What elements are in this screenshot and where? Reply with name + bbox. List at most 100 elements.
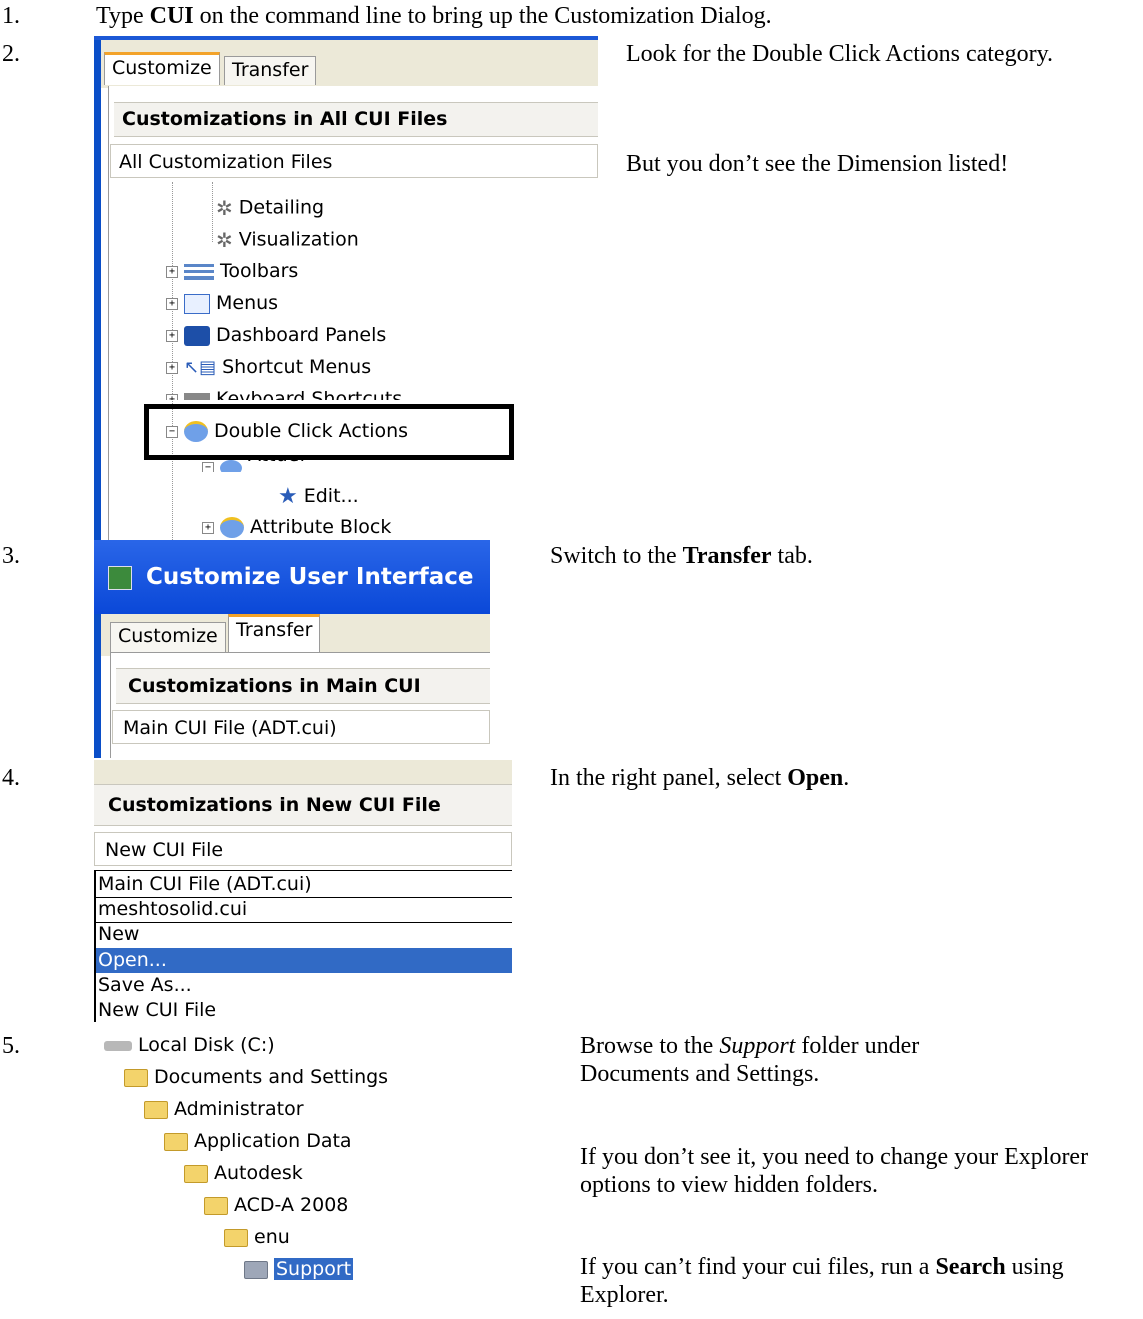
expand-icon[interactable]: + — [166, 297, 178, 310]
tab-transfer[interactable]: Transfer — [228, 614, 321, 653]
expand-icon[interactable]: + — [166, 361, 178, 374]
folder-icon — [244, 1260, 268, 1279]
window-left-border — [94, 36, 101, 542]
tree-item-support[interactable]: Support — [244, 1258, 354, 1280]
step-5-text-2: If you don’t see it, you need to change … — [580, 1144, 1089, 1198]
screenshot-folder-tree: Local Disk (C:) Documents and Settings A… — [84, 1030, 388, 1290]
step-5-text-1b: Support — [719, 1033, 796, 1059]
tree-item-local-disk[interactable]: Local Disk (C:) — [104, 1034, 275, 1056]
mouse-icon — [220, 459, 242, 472]
tree-item-attribute-block[interactable]: + Attribute Block — [202, 516, 391, 538]
step-3-text-c: tab. — [771, 543, 813, 569]
toolbar-icon — [184, 263, 214, 280]
tree-item-acd-a-2008[interactable]: ACD-A 2008 — [204, 1194, 348, 1216]
step-4-number: 4. — [2, 765, 20, 791]
tree-item-documents-and-settings[interactable]: Documents and Settings — [124, 1066, 388, 1088]
step-4-text-c: . — [843, 765, 850, 791]
tree-label: Attribute Block — [250, 516, 392, 538]
tree-label: Toolbars — [220, 260, 299, 282]
dashboard-icon — [184, 325, 210, 346]
menu-icon — [184, 293, 210, 314]
mouse-icon — [220, 517, 244, 538]
main-cui-combo[interactable]: Main CUI File (ADT.cui) — [112, 710, 490, 744]
dropdown-option[interactable]: New CUI File — [96, 998, 512, 1022]
tree-item-edit[interactable]: ★ Edit... — [278, 484, 359, 509]
step-5-text-1: Browse to the Support folder under Docum… — [580, 1032, 1020, 1088]
step-5-text-1a: Browse to the — [580, 1033, 720, 1059]
step-1-text-c: on the command line to bring up the Cust… — [193, 3, 772, 29]
tree-item-visualization[interactable]: ✲ Visualization — [216, 228, 359, 252]
app-icon — [108, 566, 132, 590]
step-2-number: 2. — [2, 41, 20, 67]
tree-label: Documents and Settings — [154, 1066, 389, 1088]
step-5-text-3: If you can’t find your cui files, run a … — [580, 1253, 1143, 1309]
expand-icon[interactable]: + — [166, 329, 178, 342]
tree-item-detailing[interactable]: ✲ Detailing — [216, 196, 324, 220]
collapse-icon[interactable]: − — [202, 461, 214, 472]
step-5-text-3a: If you can’t find your cui files, run a — [580, 1254, 936, 1280]
step-4-text: In the right panel, select Open. — [550, 764, 849, 792]
tree-label: Autodesk — [214, 1162, 303, 1184]
tab-customize[interactable]: Customize — [104, 52, 220, 85]
tree-guide-line-2 — [212, 182, 213, 242]
tree-item-attdef[interactable]: − Attdef — [202, 456, 306, 472]
tree-item-menus[interactable]: + Menus — [166, 292, 278, 314]
expand-icon[interactable]: + — [202, 521, 214, 534]
new-cui-combo[interactable]: New CUI File — [94, 832, 512, 866]
step-1-text: Type CUI on the command line to bring up… — [96, 2, 772, 30]
step-3-text-b: Transfer — [682, 543, 772, 569]
tree-item-dashboard-panels[interactable]: + Dashboard Panels — [166, 324, 386, 346]
tree-item-toolbars[interactable]: + Toolbars — [166, 260, 298, 282]
tree-label: Attdef — [248, 456, 306, 466]
highlight-box — [144, 404, 514, 460]
screenshot-new-cui-dropdown: Customizations in New CUI File New CUI F… — [94, 760, 512, 1022]
folder-icon — [204, 1196, 228, 1215]
dropdown-option[interactable]: Save As... — [96, 973, 512, 998]
folder-icon — [224, 1228, 248, 1247]
tab-customize[interactable]: Customize — [110, 622, 226, 653]
tree-item-enu[interactable]: enu — [224, 1226, 290, 1248]
tree-label: enu — [254, 1226, 290, 1248]
step-1-number: 1. — [2, 3, 20, 29]
tree-item-application-data[interactable]: Application Data — [164, 1130, 352, 1152]
step-4-text-b: Open — [787, 765, 844, 791]
tree-label: Application Data — [194, 1130, 352, 1152]
gear-icon: ✲ — [216, 196, 233, 220]
tab-transfer[interactable]: Transfer — [224, 56, 317, 85]
files-combo[interactable]: All Customization Files — [110, 144, 598, 178]
expand-icon[interactable]: + — [166, 393, 178, 400]
expand-icon[interactable]: + — [166, 265, 178, 278]
panel-header: Customizations in All CUI Files — [114, 102, 598, 137]
shortcut-menu-icon: ↖▤ — [184, 357, 217, 378]
step-2-text-2: But you don’t see the Dimension listed! — [626, 151, 1009, 177]
folder-icon — [184, 1164, 208, 1183]
dropdown-option-selected[interactable]: Open... — [96, 948, 512, 973]
tree-label: Administrator — [174, 1098, 304, 1120]
step-5-text-3b: Search — [935, 1254, 1006, 1280]
step-1-text-a: Type — [96, 3, 150, 29]
step-4-text-a: In the right panel, select — [550, 765, 788, 791]
tree-item-keyboard-shortcuts[interactable]: + Keyboard Shortcuts — [166, 388, 402, 400]
tree-item-administrator[interactable]: Administrator — [144, 1098, 304, 1120]
tree-label: Visualization — [238, 228, 359, 251]
dropdown-option[interactable]: meshtosolid.cui — [96, 897, 512, 923]
panel-top-bg — [94, 760, 512, 784]
tree-label: Local Disk (C:) — [138, 1034, 275, 1056]
tree-label: Menus — [216, 292, 279, 314]
dropdown-option[interactable]: New — [96, 922, 512, 947]
screenshot-transfer-tab: Customize User Interface Customize Trans… — [94, 540, 490, 758]
step-3-text-a: Switch to the — [550, 543, 683, 569]
dropdown-option[interactable]: Main CUI File (ADT.cui) — [96, 872, 512, 898]
screenshot-customize-tree: Customize Transfer Customizations in All… — [94, 36, 598, 542]
folder-icon — [164, 1132, 188, 1151]
tree-label: Keyboard Shortcuts — [216, 388, 403, 400]
tree-item-autodesk[interactable]: Autodesk — [184, 1162, 303, 1184]
tree-label: Dashboard Panels — [216, 324, 387, 346]
tree-label: ACD-A 2008 — [234, 1194, 349, 1216]
step-3-text: Switch to the Transfer tab. — [550, 542, 813, 570]
folder-icon — [144, 1100, 168, 1119]
keyboard-icon — [184, 392, 210, 400]
tree-item-shortcut-menus[interactable]: + ↖▤ Shortcut Menus — [166, 356, 371, 378]
star-icon: ★ — [278, 484, 298, 509]
step-2-text-1: Look for the Double Click Actions catego… — [626, 41, 1054, 67]
